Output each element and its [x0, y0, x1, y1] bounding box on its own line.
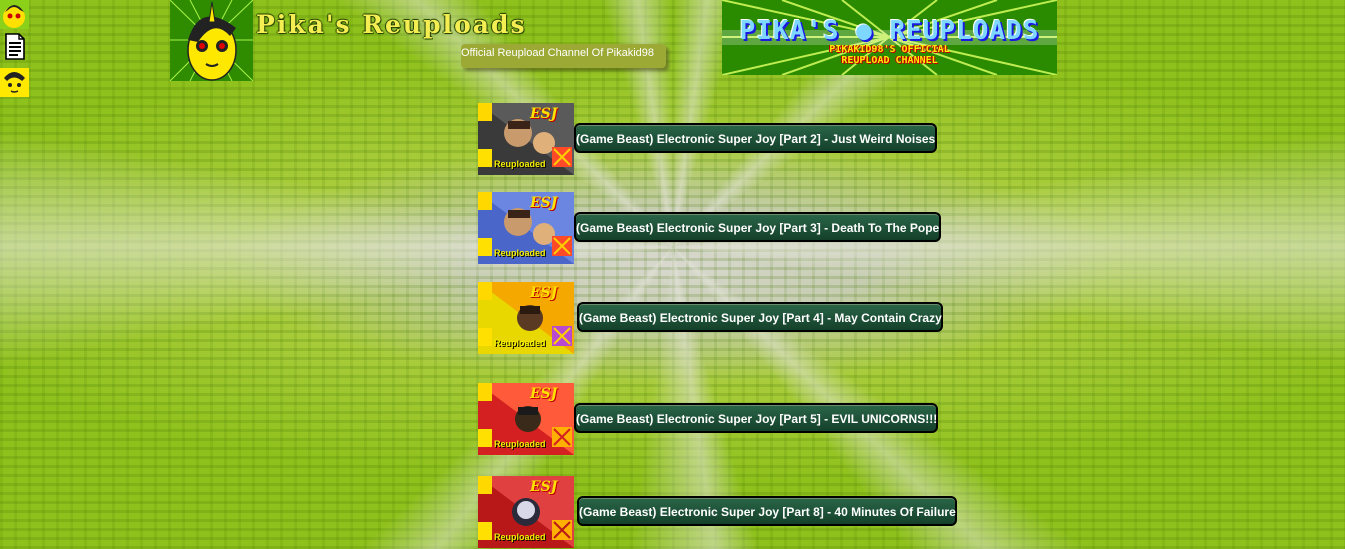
document-icon[interactable] — [4, 33, 26, 60]
pony-avatar-icon[interactable] — [0, 0, 29, 29]
video-thumbnail[interactable]: ESJ Reuploaded — [478, 476, 574, 548]
channel-avatar — [170, 0, 253, 81]
channel-banner: PIKA'S ● REUPLOADS PIKAKID98'S OFFICIAL … — [722, 0, 1057, 75]
banner-subtitle-line1: PIKAKID98'S OFFICIAL — [829, 44, 950, 55]
thumbnail-esj-mark: ESJ — [530, 386, 558, 402]
thumbnail-reuploaded-label: Reuploaded — [494, 248, 546, 258]
thumbnail-esj-mark: ESJ — [530, 106, 558, 122]
video-thumbnail[interactable]: ESJ Reuploaded — [478, 282, 574, 354]
thumbnail-reuploaded-label: Reuploaded — [494, 532, 546, 542]
banner-subtitle-line2: REUPLOAD CHANNEL — [841, 55, 938, 66]
site-title: Pika's Reuploads — [256, 10, 527, 39]
video-thumbnail[interactable]: ESJ Reuploaded — [478, 103, 574, 175]
pony-face-icon[interactable] — [0, 68, 29, 97]
banner-subtitle: PIKAKID98'S OFFICIAL REUPLOAD CHANNEL — [722, 44, 1057, 66]
background-rays — [0, 0, 1345, 549]
channel-subtitle: Official Reupload Channel Of Pikakid98 — [461, 44, 666, 68]
thumbnail-esj-mark: ESJ — [530, 195, 558, 211]
thumbnail-esj-mark: ESJ — [530, 285, 558, 301]
video-title-button[interactable]: (Game Beast) Electronic Super Joy [Part … — [574, 123, 937, 153]
video-title-button[interactable]: (Game Beast) Electronic Super Joy [Part … — [577, 496, 957, 526]
thumbnail-esj-mark: ESJ — [530, 479, 558, 495]
video-thumbnail[interactable]: ESJ Reuploaded — [478, 383, 574, 455]
channel-subtitle-text: Official Reupload Channel Of Pikakid98 — [461, 47, 655, 59]
thumbnail-reuploaded-label: Reuploaded — [494, 439, 546, 449]
thumbnail-reuploaded-label: Reuploaded — [494, 159, 546, 169]
video-title-button[interactable]: (Game Beast) Electronic Super Joy [Part … — [577, 302, 943, 332]
thumbnail-reuploaded-label: Reuploaded — [494, 338, 546, 348]
video-thumbnail[interactable]: ESJ Reuploaded — [478, 192, 574, 264]
video-title-button[interactable]: (Game Beast) Electronic Super Joy [Part … — [574, 403, 938, 433]
banner-title: PIKA'S ● REUPLOADS — [739, 16, 1040, 46]
video-title-button[interactable]: (Game Beast) Electronic Super Joy [Part … — [574, 212, 941, 242]
